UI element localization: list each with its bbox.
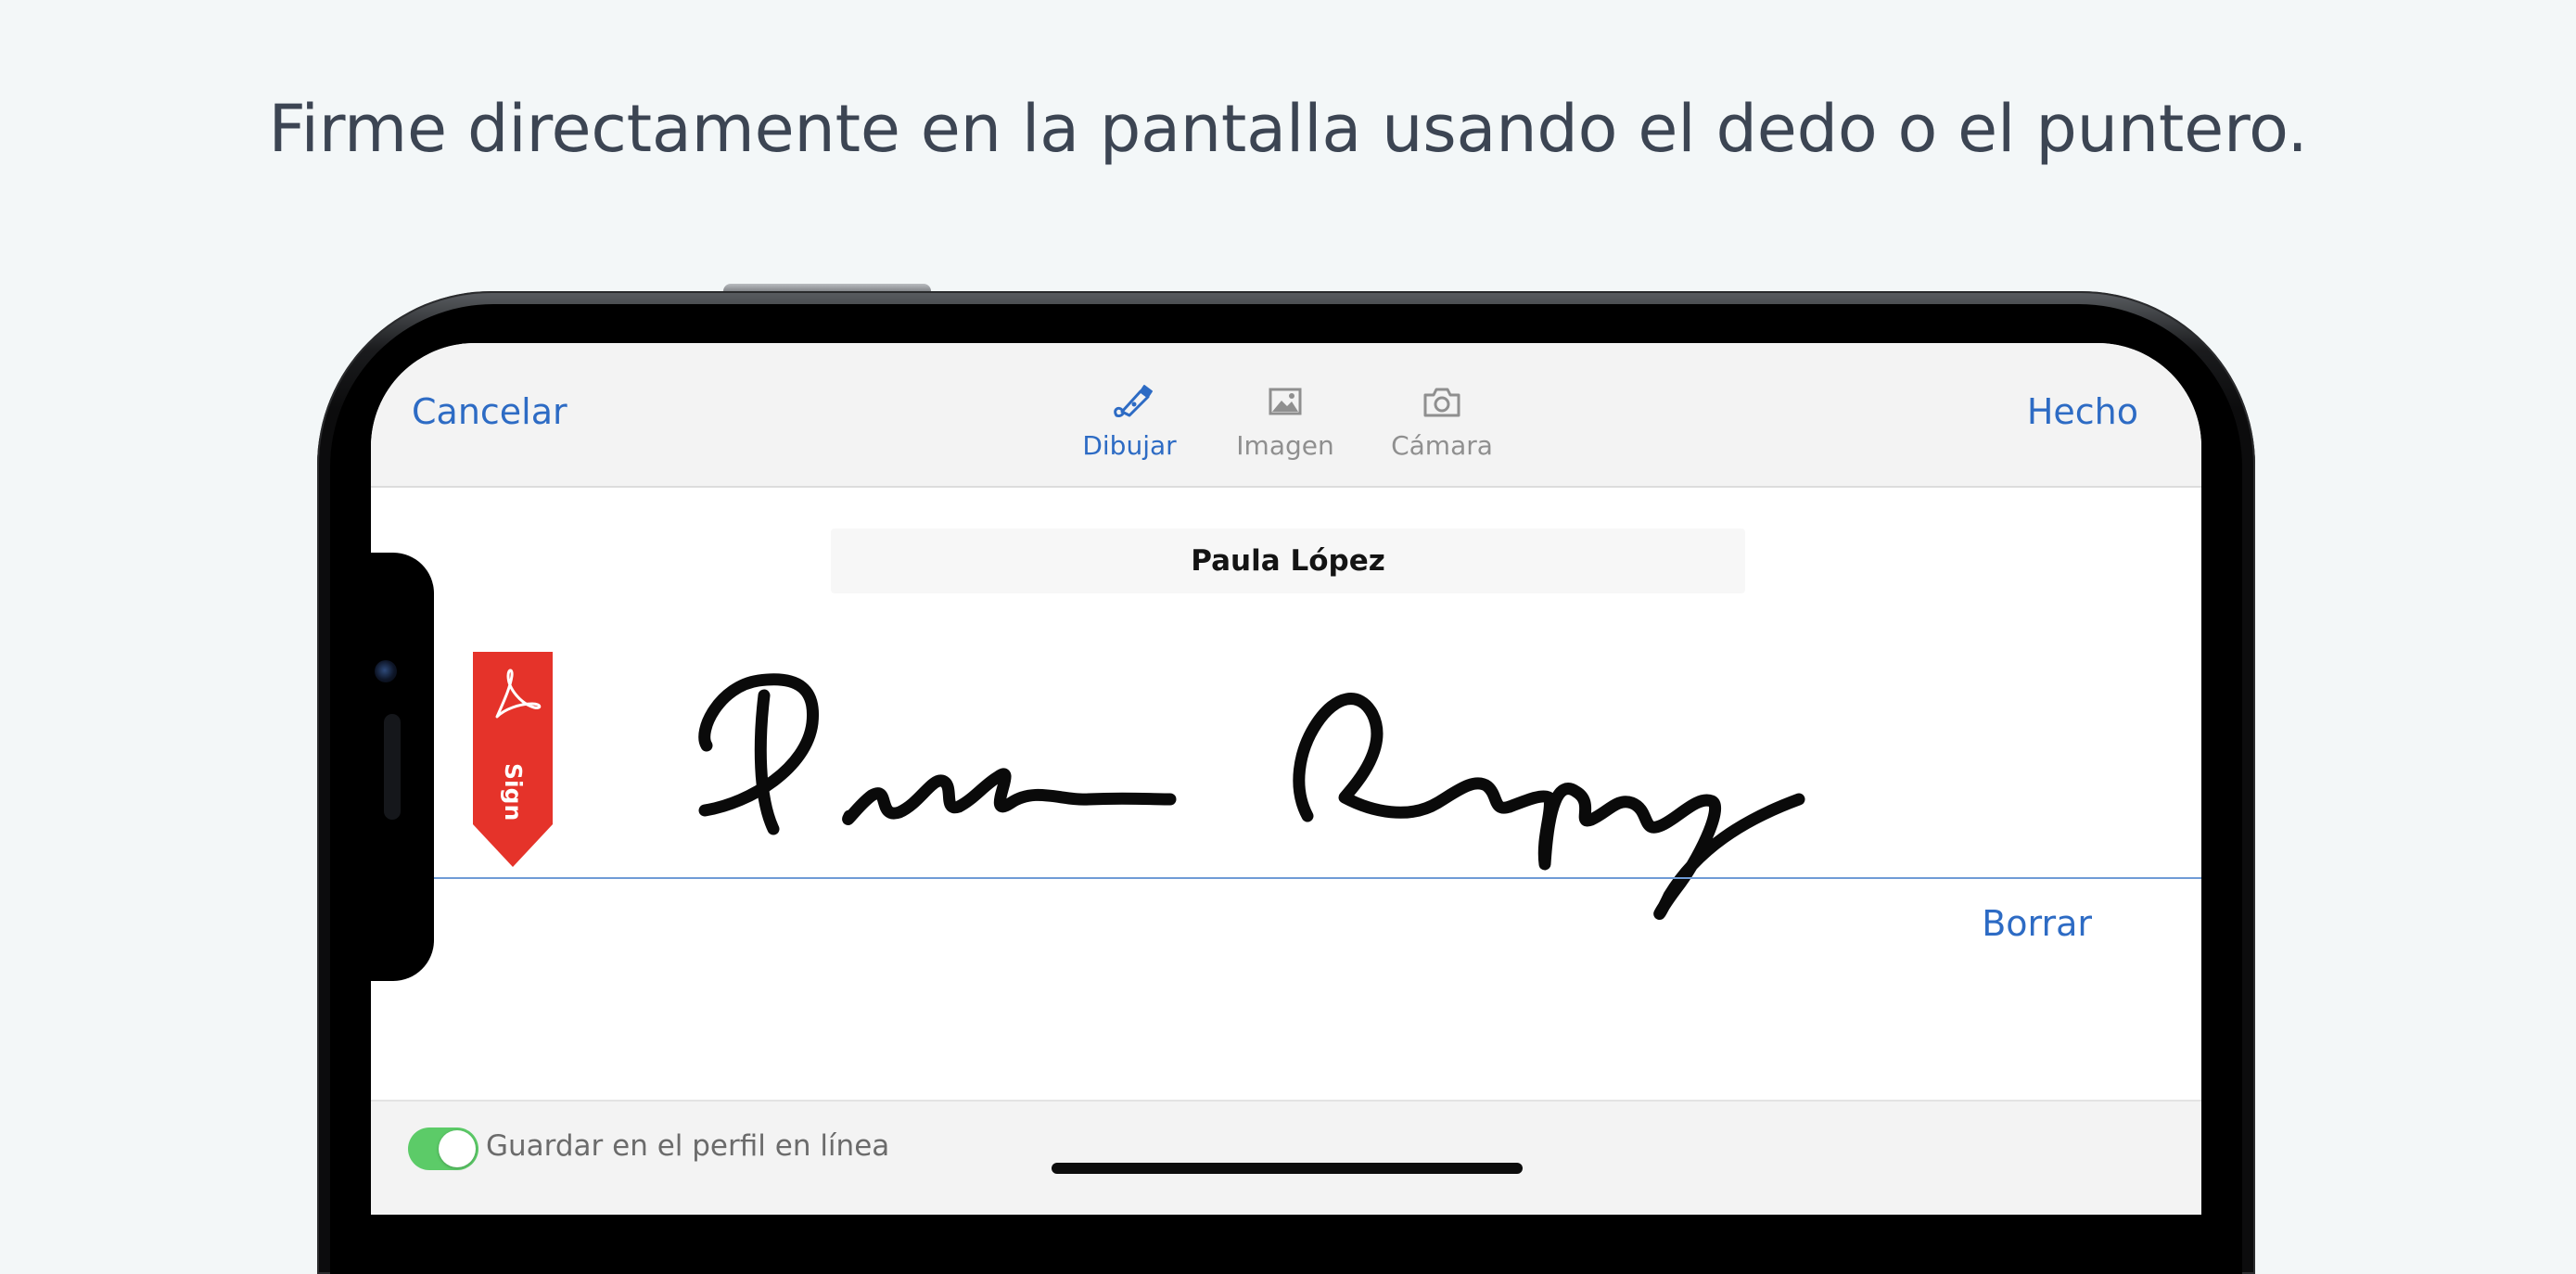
signer-name: Paula López [831,529,1745,593]
top-navigation-bar: Cancelar Dibujar Imagen Cámara Hecho [371,343,2201,488]
tab-draw-label: Dibujar [1082,430,1177,461]
signature-stroke-aula [842,768,1177,825]
save-profile-label: Guardar en el perfil en línea [486,1129,890,1163]
signature-stroke-opez [1503,783,1805,921]
pen-icon [1114,385,1153,417]
tab-image[interactable]: Imagen [1216,378,1355,461]
signature-stroke-l [1293,693,1516,822]
signature-baseline [432,877,2201,879]
image-icon [1269,388,1302,415]
bottom-toolbar: Guardar en el perfil en línea [371,1100,2201,1215]
toggle-knob [439,1130,476,1167]
cancel-button[interactable]: Cancelar [412,391,567,432]
tab-camera-label: Cámara [1391,430,1493,461]
home-indicator[interactable] [1052,1163,1523,1174]
handwritten-signature[interactable] [371,621,2201,1029]
page-headline: Firme directamente en la pantalla usando… [268,91,2308,167]
done-button[interactable]: Hecho [2027,391,2138,432]
signature-screen: Cancelar Dibujar Imagen Cámara Hecho Pau… [371,343,2201,1215]
tab-image-label: Imagen [1236,430,1334,461]
earpiece-speaker [384,714,401,820]
erase-button[interactable]: Borrar [1982,903,2092,944]
camera-icon [1423,388,1460,417]
tab-draw[interactable]: Dibujar [1060,378,1199,461]
save-profile-toggle[interactable] [408,1127,478,1170]
tab-camera[interactable]: Cámara [1372,378,1511,461]
signature-stroke-p-stem [754,689,780,835]
front-camera [375,660,397,682]
